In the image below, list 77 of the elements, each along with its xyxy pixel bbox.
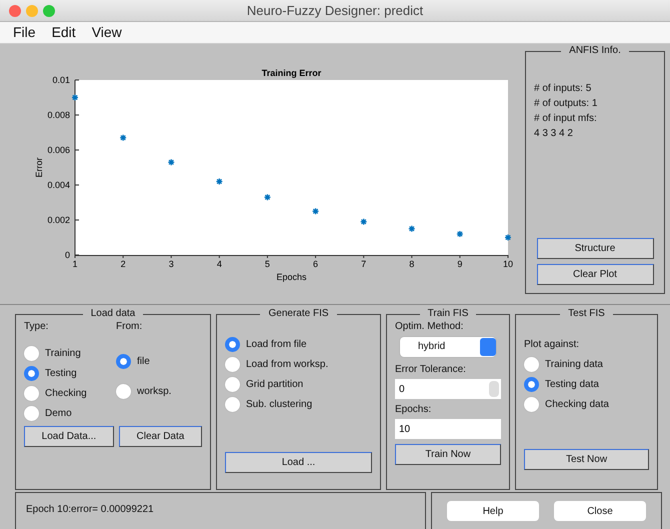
menu-item[interactable]: Edit bbox=[44, 22, 84, 43]
radio-option[interactable]: Testing bbox=[24, 366, 116, 382]
radio-option[interactable]: Grid partition bbox=[225, 376, 372, 392]
radio-option[interactable]: Demo bbox=[24, 406, 116, 422]
info-text: # of outputs: 1 bbox=[534, 97, 598, 111]
plot-button[interactable]: Structure bbox=[536, 238, 654, 259]
tick-label: 9 bbox=[457, 259, 462, 269]
tick-label: 0.01 bbox=[52, 75, 70, 85]
data-point bbox=[264, 194, 272, 201]
field-label: Epochs: bbox=[395, 402, 432, 417]
tick-label: 6 bbox=[313, 259, 318, 269]
tick-label: 10 bbox=[503, 259, 513, 269]
data-point bbox=[312, 208, 320, 215]
radio-option[interactable]: Checking bbox=[24, 386, 116, 402]
tick-label: 0.006 bbox=[47, 145, 70, 155]
tick-label: 0.002 bbox=[47, 215, 70, 225]
data-point bbox=[119, 134, 127, 142]
load-button[interactable]: Load ... bbox=[225, 452, 372, 474]
data-point bbox=[168, 158, 175, 166]
tick-label: 1 bbox=[72, 259, 78, 269]
field-label: Type: bbox=[24, 320, 50, 334]
load-button[interactable]: Load Data... bbox=[24, 426, 114, 448]
data-point bbox=[216, 178, 223, 186]
radio-option[interactable]: worksp. bbox=[116, 384, 172, 400]
close-icon[interactable] bbox=[9, 5, 21, 17]
field-label: From: bbox=[116, 320, 144, 334]
tick-label: 0.004 bbox=[47, 180, 70, 190]
test-button[interactable]: Test Now bbox=[524, 448, 649, 470]
radio-option[interactable]: file bbox=[116, 354, 172, 370]
status-text: Epoch 10:error= 0.00099221 bbox=[26, 504, 154, 515]
data-point bbox=[504, 234, 512, 242]
tick-label: 2 bbox=[120, 259, 126, 269]
menu-item[interactable]: View bbox=[84, 22, 130, 43]
menu-item[interactable]: File bbox=[5, 22, 44, 43]
scrollbar bbox=[489, 381, 499, 398]
radio-option[interactable]: Testing data bbox=[524, 376, 649, 392]
radio-option[interactable]: Checking data bbox=[524, 396, 649, 412]
chart-title: Training Error bbox=[262, 68, 322, 78]
tick-label: 3 bbox=[168, 259, 174, 269]
radio-option[interactable]: Training data bbox=[524, 356, 649, 372]
axis-label: Epochs bbox=[276, 272, 307, 282]
group-title: Test FIS bbox=[567, 309, 606, 320]
minimize-icon[interactable] bbox=[26, 5, 38, 17]
zoom-icon[interactable] bbox=[43, 5, 55, 17]
group-title: Generate FIS bbox=[267, 309, 330, 320]
tick-label: 4 bbox=[216, 259, 222, 269]
data-point bbox=[456, 230, 464, 238]
dialog-button[interactable]: Close bbox=[554, 501, 646, 521]
field-label: Error Tolerance: bbox=[395, 362, 467, 377]
window-title: Neuro-Fuzzy Designer: predict bbox=[246, 2, 424, 20]
method-dropdown[interactable]: hybrid bbox=[400, 336, 496, 357]
data-point bbox=[71, 94, 79, 102]
radio-option[interactable]: Sub. clustering bbox=[225, 396, 372, 412]
epochs-field[interactable]: 10 bbox=[395, 419, 501, 440]
info-text: # of input mfs: bbox=[534, 112, 598, 126]
data-point bbox=[360, 218, 368, 226]
tick-label: 0.008 bbox=[47, 110, 70, 120]
field-label: Plot against: bbox=[524, 338, 580, 352]
group-title: ANFIS Info. bbox=[568, 46, 622, 56]
info-text: # of inputs: 5 bbox=[534, 82, 592, 96]
train-button[interactable]: Train Now bbox=[395, 444, 501, 466]
data-point bbox=[408, 225, 416, 232]
tick-label: 5 bbox=[264, 259, 270, 269]
group-title: Train FIS bbox=[426, 309, 470, 320]
field-label: Optim. Method: bbox=[395, 320, 464, 334]
tick-label: 8 bbox=[409, 259, 414, 269]
tick-label: 0 bbox=[64, 250, 70, 260]
radio-option[interactable]: Load from file bbox=[225, 336, 372, 352]
info-text: 4 3 3 4 2 bbox=[534, 127, 574, 141]
plot-button[interactable]: Clear Plot bbox=[536, 264, 654, 285]
radio-option[interactable]: Training bbox=[24, 346, 116, 362]
dialog-button[interactable]: Help bbox=[447, 501, 539, 521]
axis-label: Error bbox=[34, 158, 44, 178]
group-title: Load data bbox=[90, 309, 136, 320]
load-button[interactable]: Clear Data bbox=[118, 426, 202, 448]
radio-option[interactable]: Load from worksp. bbox=[225, 356, 372, 372]
tick-label: 7 bbox=[361, 259, 366, 269]
